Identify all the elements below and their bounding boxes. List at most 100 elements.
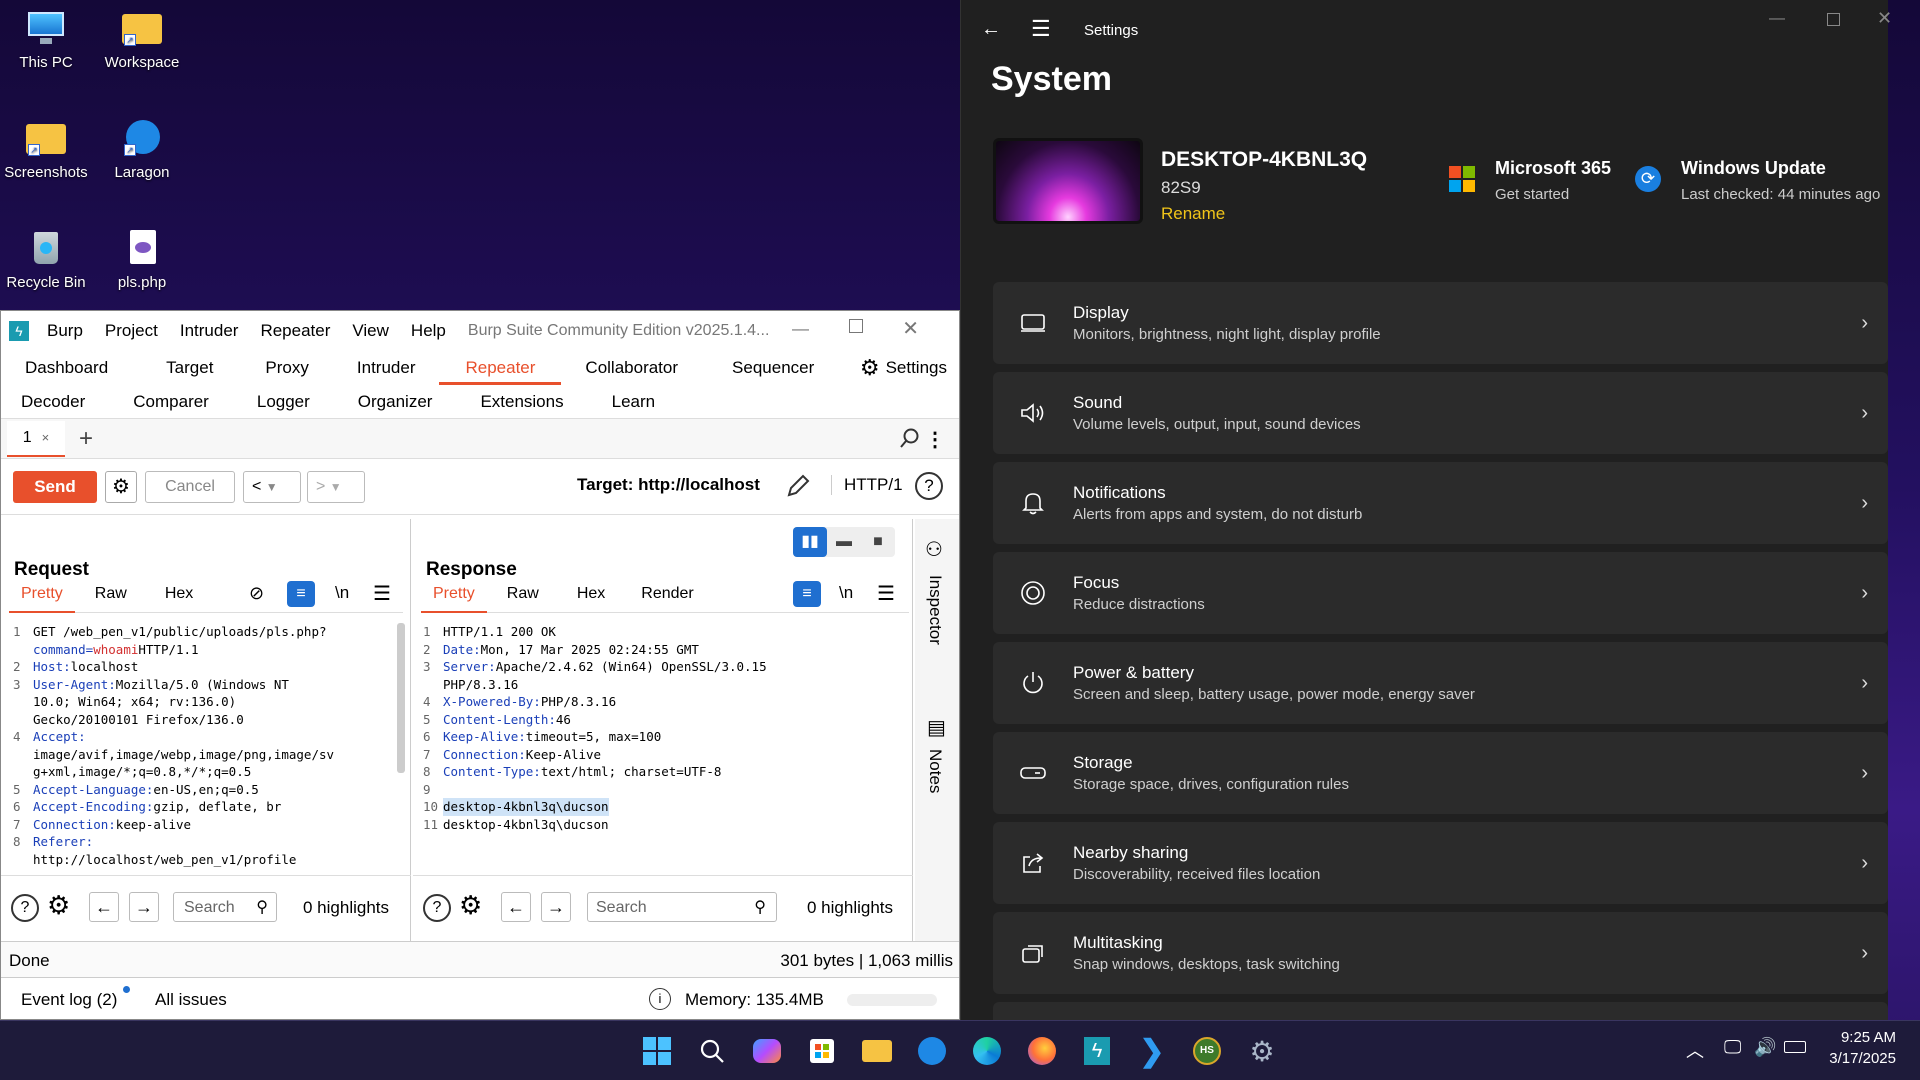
gear-icon[interactable]: ⚙ xyxy=(47,890,70,921)
wrap-lines-icon[interactable]: ≡ xyxy=(287,581,315,607)
windows-update-tile[interactable]: ⟳ Windows Update Last checked: 44 minute… xyxy=(1635,156,1885,212)
tab-decoder[interactable]: Decoder xyxy=(1,385,109,419)
desktop-icon-pls-php[interactable]: pls.php xyxy=(96,228,188,291)
menu-icon[interactable]: ☰ xyxy=(373,581,391,606)
rename-link[interactable]: Rename xyxy=(1161,204,1225,224)
request-tab-hex[interactable]: Hex xyxy=(147,585,211,612)
desktop-icon-workspace[interactable]: ↗ Workspace xyxy=(96,8,188,71)
all-issues-link[interactable]: All issues xyxy=(155,990,227,1010)
vscode-icon[interactable]: ❯ xyxy=(1132,1031,1172,1071)
response-tab-pretty[interactable]: Pretty xyxy=(421,585,487,613)
hide-nonprintable-icon[interactable]: ⊘ xyxy=(249,583,264,604)
menu-help[interactable]: Help xyxy=(411,321,446,341)
more-options-icon[interactable]: ⋮ xyxy=(925,427,945,452)
file-explorer-icon[interactable] xyxy=(857,1031,897,1071)
tab-dashboard[interactable]: Dashboard xyxy=(1,351,132,385)
response-tab-raw[interactable]: Raw xyxy=(487,585,559,612)
response-tab-hex[interactable]: Hex xyxy=(559,585,623,612)
edge-icon[interactable] xyxy=(967,1031,1007,1071)
tab-collaborator[interactable]: Collaborator xyxy=(561,351,702,385)
http-version[interactable]: HTTP/1 xyxy=(831,475,903,495)
layout-single-icon[interactable]: ■ xyxy=(861,527,895,557)
tab-intruder[interactable]: Intruder xyxy=(333,351,440,385)
menu-icon[interactable]: ☰ xyxy=(877,581,895,606)
close-button[interactable]: ✕ xyxy=(1877,8,1892,29)
desktop-icon-recycle-bin[interactable]: Recycle Bin xyxy=(0,228,92,291)
previous-match-button[interactable]: ← xyxy=(89,892,119,922)
menu-intruder[interactable]: Intruder xyxy=(180,321,239,341)
next-match-button[interactable]: → xyxy=(541,892,571,922)
send-button[interactable]: Send xyxy=(13,471,97,503)
response-search-input[interactable]: Search ⚲ xyxy=(587,892,777,922)
settings-row-multitasking[interactable]: Multitasking Snap windows, desktops, task… xyxy=(993,912,1888,994)
newline-toggle[interactable]: \n xyxy=(839,583,853,603)
settings-row-display[interactable]: Display Monitors, brightness, night light… xyxy=(993,282,1888,364)
request-tab-raw[interactable]: Raw xyxy=(75,585,147,612)
settings-row-sound[interactable]: Sound Volume levels, output, input, sound… xyxy=(993,372,1888,454)
hamburger-menu-icon[interactable]: ☰ xyxy=(1031,16,1051,42)
volume-icon[interactable]: 🔊 xyxy=(1754,1037,1776,1058)
history-forward-button[interactable]: > ▼ xyxy=(307,471,365,503)
store-icon[interactable] xyxy=(802,1031,842,1071)
heidisql-icon[interactable]: HS xyxy=(1187,1031,1227,1071)
tab-extensions[interactable]: Extensions xyxy=(456,385,587,419)
inspector-icon[interactable]: ⚇ xyxy=(925,537,943,562)
battery-icon[interactable] xyxy=(1784,1041,1806,1053)
back-arrow-icon[interactable]: ← xyxy=(981,18,1001,41)
laragon-icon[interactable] xyxy=(912,1031,952,1071)
repeater-tab-1[interactable]: 1 × xyxy=(7,420,65,457)
response-editor[interactable]: 1 HTTP/1.1 200 OK 2 Date: Mon, 17 Mar 2025 … xyxy=(423,623,903,871)
chevron-up-icon[interactable]: ︿ xyxy=(1686,1037,1704,1063)
network-icon[interactable]: 🖵 xyxy=(1724,1037,1741,1058)
repeater-settings-button[interactable]: ⚙ xyxy=(105,471,137,503)
notes-label[interactable]: Notes xyxy=(925,749,945,793)
start-button[interactable] xyxy=(637,1031,677,1071)
maximize-button[interactable] xyxy=(1827,13,1840,26)
desktop-icon-this-pc[interactable]: This PC xyxy=(0,8,92,71)
settings-row-power-battery[interactable]: Power & battery Screen and sleep, battery… xyxy=(993,642,1888,724)
settings-row-focus[interactable]: Focus Reduce distractions › xyxy=(993,552,1888,634)
edit-target-icon[interactable] xyxy=(783,471,813,506)
clock[interactable]: 9:25 AM 3/17/2025 xyxy=(1826,1029,1896,1067)
desktop-icon-laragon[interactable]: ↗ Laragon xyxy=(96,118,188,181)
previous-match-button[interactable]: ← xyxy=(501,892,531,922)
tab-comparer[interactable]: Comparer xyxy=(109,385,233,419)
response-tab-render[interactable]: Render xyxy=(623,585,711,612)
gear-icon[interactable]: ⚙ xyxy=(459,890,482,921)
info-icon[interactable]: i xyxy=(649,988,671,1010)
add-tab-icon[interactable]: + xyxy=(79,425,93,453)
settings-row-storage[interactable]: Storage Storage space, drives, configurat… xyxy=(993,732,1888,814)
maximize-button[interactable] xyxy=(849,319,863,333)
menu-view[interactable]: View xyxy=(352,321,389,341)
firefox-icon[interactable] xyxy=(1022,1031,1062,1071)
settings-row-nearby-sharing[interactable]: Nearby sharing Discoverability, received … xyxy=(993,822,1888,904)
wrap-lines-icon[interactable]: ≡ xyxy=(793,581,821,607)
menu-burp[interactable]: Burp xyxy=(47,321,83,341)
layout-stacked-icon[interactable]: ▬ xyxy=(827,527,861,557)
tab-proxy[interactable]: Proxy xyxy=(237,351,332,385)
copilot-icon[interactable] xyxy=(747,1031,787,1071)
target-label[interactable]: Target: http://localhost xyxy=(577,475,760,495)
search-icon[interactable] xyxy=(692,1031,732,1071)
search-icon[interactable] xyxy=(899,427,921,454)
close-button[interactable]: ✕ xyxy=(902,316,919,341)
newline-toggle[interactable]: \n xyxy=(335,583,349,603)
tab-target[interactable]: Target xyxy=(132,351,237,385)
menu-project[interactable]: Project xyxy=(105,321,158,341)
inspector-label[interactable]: Inspector xyxy=(925,575,945,645)
request-scrollbar[interactable] xyxy=(397,623,405,773)
cancel-button[interactable]: Cancel xyxy=(145,471,235,503)
layout-side-by-side-icon[interactable]: ▮▮ xyxy=(793,527,827,557)
history-back-button[interactable]: < ▼ xyxy=(243,471,301,503)
layout-toggle[interactable]: ▮▮ ▬ ■ xyxy=(793,527,895,557)
settings-row-notifications[interactable]: Notifications Alerts from apps and system… xyxy=(993,462,1888,544)
tab-organizer[interactable]: Organizer xyxy=(334,385,457,419)
help-icon[interactable]: ? xyxy=(915,472,943,500)
request-search-input[interactable]: Search ⚲ xyxy=(173,892,277,922)
minimize-button[interactable]: — xyxy=(792,319,809,339)
help-icon[interactable]: ? xyxy=(11,894,39,922)
tab-settings[interactable]: ⚙ Settings xyxy=(848,351,959,385)
menu-repeater[interactable]: Repeater xyxy=(260,321,330,341)
desktop-icon-screenshots[interactable]: ↗ Screenshots xyxy=(0,118,92,181)
request-tab-pretty[interactable]: Pretty xyxy=(9,585,75,613)
